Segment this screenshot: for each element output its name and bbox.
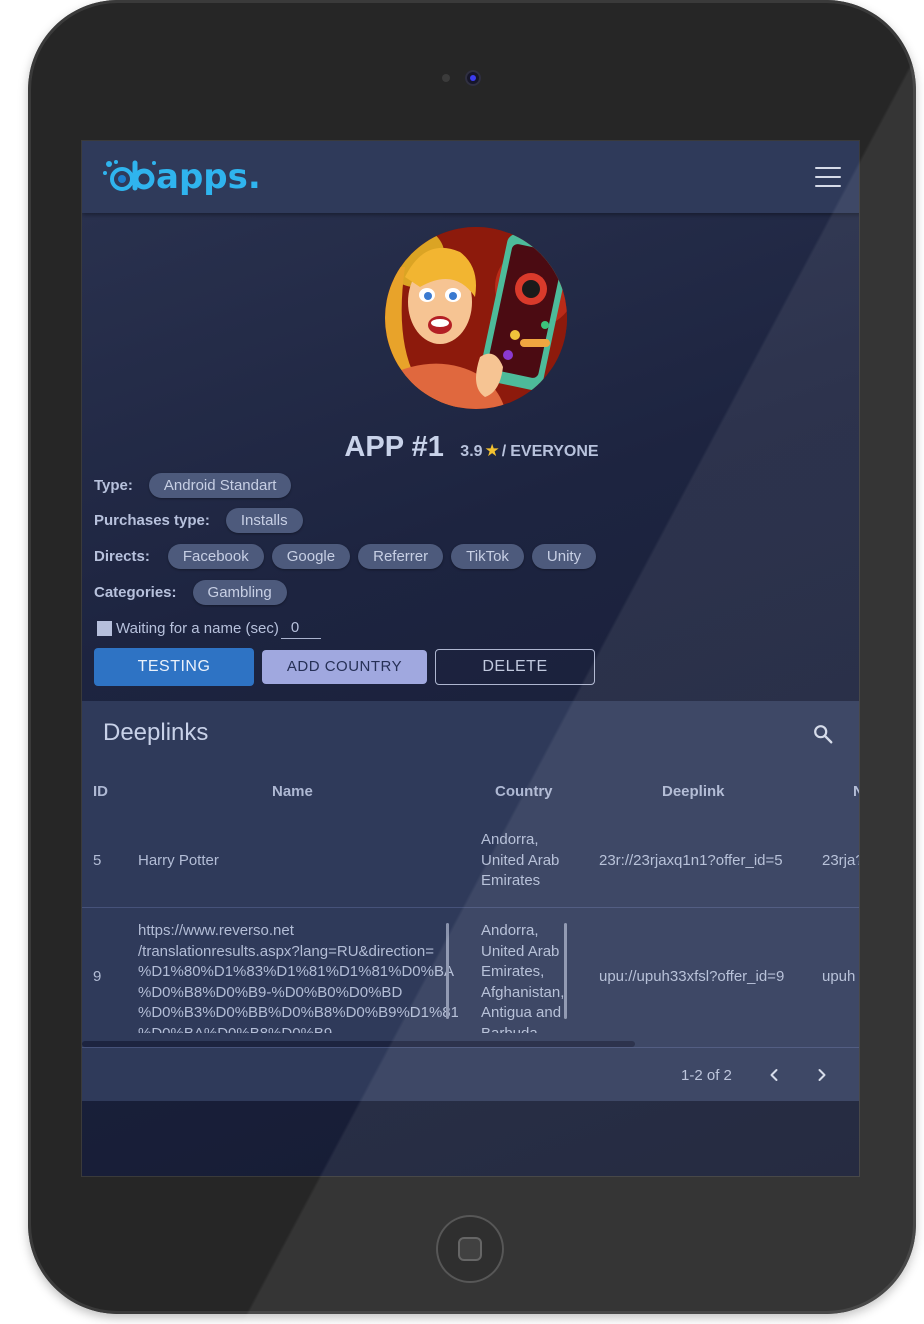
deeplinks-title: Deeplinks (103, 719, 209, 746)
star-icon: ★ (484, 441, 500, 460)
direct-chip-google: Google (271, 544, 351, 569)
logo[interactable]: apps. (102, 157, 261, 197)
cell-id: 9 (93, 968, 102, 985)
app-title: APP #1 (344, 431, 444, 463)
categories-row: Categories: Gambling (94, 580, 295, 605)
add-country-button[interactable]: ADD COUNTRY (262, 650, 427, 684)
sensor-dot (442, 74, 450, 82)
age-rating: EVERYONE (510, 443, 599, 460)
pagination-info: 1-2 of 2 (681, 1067, 732, 1084)
chevron-left-icon[interactable] (762, 1063, 786, 1087)
name-cell-scrollbar[interactable] (446, 923, 449, 1019)
waiting-label: Waiting for a name (sec) (116, 619, 279, 637)
chevron-right-icon[interactable] (810, 1063, 834, 1087)
delete-button[interactable]: DELETE (435, 649, 595, 685)
cell-extra: 23rja? (822, 852, 860, 869)
column-header-country[interactable]: Country (495, 783, 553, 800)
type-row: Type: Android Standart (94, 473, 299, 498)
waiting-seconds-input[interactable] (280, 617, 321, 639)
ob-logo-icon (103, 160, 156, 191)
direct-chip-unity: Unity (531, 544, 597, 569)
deeplinks-card: Deeplinks ID Name Country Deeplink N 5 H… (82, 701, 860, 1101)
cell-country: Andorra, United Arab Emirates, Afghanist… (481, 922, 565, 1033)
cell-country: Andorra, United Arab Emirates (481, 831, 560, 889)
app-rating: 3.9 (460, 443, 483, 460)
cell-extra: upuh (822, 968, 856, 985)
categories-label: Categories: (94, 584, 177, 601)
column-header-deeplink[interactable]: Deeplink (662, 783, 725, 800)
testing-button[interactable]: TESTING (94, 648, 254, 686)
directs-label: Directs: (94, 548, 150, 565)
home-button[interactable] (436, 1215, 504, 1283)
app-screen: apps. APP #1 3.9 ★ / EVERYONE Type: Andr… (81, 140, 860, 1177)
cell-deeplink: upu://upuh33xfsl?offer_id=9 (599, 968, 785, 985)
direct-chip-tiktok: TikTok (451, 544, 524, 569)
cell-deeplink: 23r://23rjaxq1n1?offer_id=5 (599, 852, 783, 869)
category-chip-gambling: Gambling (192, 580, 287, 605)
front-camera (465, 70, 481, 86)
cell-name: Harry Potter (138, 852, 219, 869)
type-chip: Android Standart (148, 473, 292, 498)
column-header-extra[interactable]: N (853, 783, 859, 800)
app-title-row: APP #1 3.9 ★ / EVERYONE (82, 431, 859, 464)
purchases-row: Purchases type: Installs (94, 508, 311, 533)
directs-row: Directs: Facebook Google Referrer TikTok… (94, 544, 604, 569)
footer-divider (82, 1047, 859, 1048)
app-avatar (385, 227, 567, 409)
direct-chip-facebook: Facebook (167, 544, 264, 569)
logo-text: apps. (156, 157, 261, 197)
row-divider (82, 907, 859, 908)
waiting-checkbox[interactable] (97, 620, 112, 636)
country-cell-scrollbar[interactable] (564, 923, 567, 1019)
direct-chip-referrer: Referrer (358, 544, 444, 569)
waiting-row: Waiting for a name (sec) (97, 617, 321, 639)
purchases-label: Purchases type: (94, 512, 210, 529)
hamburger-menu-icon[interactable] (815, 167, 841, 187)
column-header-id[interactable]: ID (93, 783, 108, 800)
rating-separator: / (501, 443, 507, 460)
purchases-chip: Installs (225, 508, 303, 533)
cell-id: 5 (93, 852, 102, 869)
cell-name: https://www.reverso.net /translationresu… (138, 922, 458, 1033)
column-header-name[interactable]: Name (272, 783, 313, 800)
top-bar: apps. (82, 141, 859, 213)
search-icon[interactable] (812, 723, 834, 745)
type-label: Type: (94, 477, 133, 494)
